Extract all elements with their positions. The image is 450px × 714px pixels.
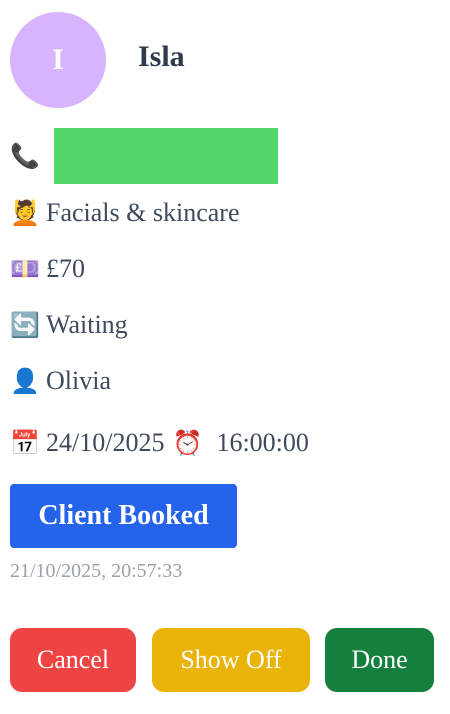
cancel-button[interactable]: Cancel bbox=[10, 628, 136, 692]
booking-timestamp: 21/10/2025, 20:57:33 bbox=[10, 560, 183, 582]
appointment-time: 16:00:00 bbox=[216, 428, 309, 457]
done-button[interactable]: Done bbox=[325, 628, 434, 692]
service-row: 💆 Facials & skincare bbox=[10, 198, 240, 228]
client-name: Isla bbox=[138, 40, 185, 73]
show-off-button[interactable]: Show Off bbox=[152, 628, 310, 692]
staff-row: 👤 Olivia bbox=[10, 366, 111, 396]
price-label: £70 bbox=[46, 254, 85, 283]
service-label: Facials & skincare bbox=[46, 198, 240, 227]
avatar-initial: I bbox=[52, 43, 64, 76]
face-massage-icon: 💆 bbox=[10, 199, 40, 227]
avatar: I bbox=[10, 12, 106, 108]
phone-icon: 📞 bbox=[10, 142, 40, 170]
banknote-icon: 💷 bbox=[10, 255, 40, 283]
staff-label: Olivia bbox=[46, 366, 111, 395]
appointment-row: 📅 24/10/2025 ⏰ 16:00:00 bbox=[10, 428, 309, 458]
refresh-icon: 🔄 bbox=[10, 311, 40, 339]
phone-row: 📞 bbox=[10, 128, 278, 184]
appointment-date: 24/10/2025 bbox=[46, 428, 165, 457]
client-booked-button[interactable]: Client Booked bbox=[10, 484, 237, 548]
price-row: 💷 £70 bbox=[10, 254, 85, 284]
status-label: Waiting bbox=[46, 310, 128, 339]
phone-number-redacted bbox=[54, 128, 278, 184]
status-row: 🔄 Waiting bbox=[10, 310, 128, 340]
calendar-icon: 📅 bbox=[10, 429, 40, 457]
person-icon: 👤 bbox=[10, 367, 40, 395]
alarm-clock-icon: ⏰ bbox=[172, 429, 203, 457]
